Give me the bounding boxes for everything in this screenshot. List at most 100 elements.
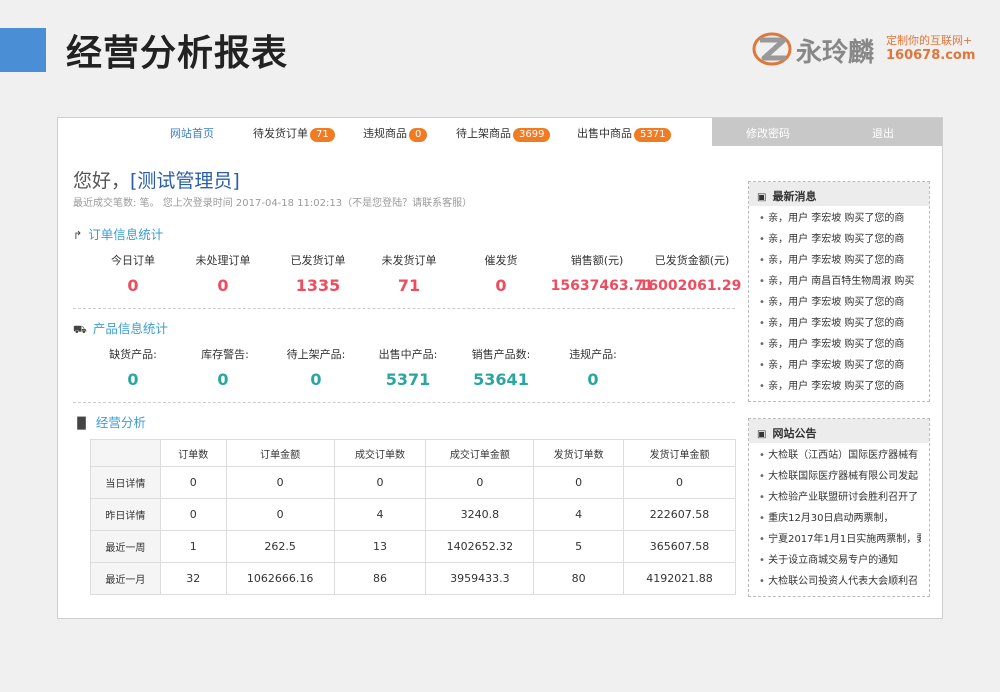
stat-label: 催发货 [484,254,518,267]
notice-item[interactable]: 大检联国际医疗器械有限公司发起 [759,466,921,487]
news-panel: ▣ 最新消息 亲，用户 李宏坡 购买了您的商 亲，用户 李宏坡 购买了您的商 亲，… [748,181,930,402]
table-row: 最近一周 1 262.5 13 1402652.32 5 365607.58 [90,530,736,563]
logo-tagline: 定制你的互联网+ [886,34,973,47]
table-cell: 4 [533,498,625,531]
notice-item[interactable]: 关于设立商城交易专户的通知 [759,550,921,571]
notice-header: ▣ 网站公告 [749,419,929,443]
table-header-row: 订单数 订单金额 成交订单数 成交订单金额 发货订单数 发货订单金额 [90,439,736,467]
row-header: 最近一月 [90,562,161,595]
stat-label: 销售产品数: [471,348,531,361]
table-cell: 0 [623,466,736,499]
count-badge: 0 [409,128,428,142]
notice-item[interactable]: 重庆12月30日启动两票制， [759,508,921,529]
nav-on-sale[interactable]: 出售中商品 5371 [577,125,672,142]
stat-label: 已发货金额(元) [654,254,730,267]
stat-value: 0 [217,276,229,295]
news-item[interactable]: 亲，用户 李宏坡 购买了您的商 [759,313,921,334]
notice-item[interactable]: 大检联公司投资人代表大会顺利召 [759,571,921,592]
table-row: 当日详情 0 0 0 0 0 0 [90,466,736,499]
orders-title-text: 订单信息统计 [88,227,164,242]
nav-label: 出售中商品 [577,127,632,140]
products-section-title: ⛟ 产品信息统计 [73,318,168,338]
table-cell: 3959433.3 [425,562,535,595]
table-header: 成交订单金额 [425,439,535,467]
row-header: 最近一周 [90,530,161,563]
news-title: 最新消息 [772,190,817,203]
stat-label: 出售中产品: [378,348,438,361]
news-item[interactable]: 亲，用户 李宏坡 购买了您的商 [759,376,921,397]
table-row: 最近一月 32 1062666.16 86 3959433.3 80 41920… [90,562,736,595]
news-item[interactable]: 亲，用户 李宏坡 购买了您的商 [759,208,921,229]
notice-item[interactable]: 大检验产业联盟研讨会胜利召开了 [759,487,921,508]
stat-label: 待上架产品: [286,348,346,361]
change-password-link[interactable]: 修改密码 [746,125,790,141]
table-header: 发货订单金额 [623,439,736,467]
news-item[interactable]: 亲，用户 李宏坡 购买了您的商 [759,355,921,376]
table-cell: 0 [333,466,427,499]
news-header: ▣ 最新消息 [749,182,929,206]
row-header: 当日详情 [90,466,161,499]
logout-link[interactable]: 退出 [872,125,894,141]
stat-value: 0 [587,370,599,389]
table-cell: 5 [533,530,625,563]
table-cell: 80 [533,562,625,595]
orders-section-title: ↱ 订单信息统计 [73,224,163,243]
table-cell: 365607.58 [623,530,736,563]
notice-item[interactable]: 宁夏2017年1月1日实施两票制，要 [759,529,921,550]
table-cell: 0 [159,466,227,499]
table-header: 成交订单数 [333,439,427,467]
last-login-info: 最近成交笔数: 笔。 您上次登录时间 2017-04-18 11:02:13（不… [73,198,473,209]
stat-label: 销售额(元) [570,254,624,267]
table-cell: 4 [333,498,427,531]
stat-label: 已发货订单 [290,254,346,267]
nav-pending-shipment[interactable]: 待发货订单 71 [253,125,335,142]
top-nav: 网站首页 待发货订单 71 违规商品 0 待上架商品 3699 出售中商品 5371 修… [58,118,942,146]
brand-logo: 永玲麟 定制你的互联网+ 160678.com [752,28,982,72]
notice-title: 网站公告 [772,427,817,440]
admin-panel: 网站首页 待发货订单 71 违规商品 0 待上架商品 3699 出售中商品 5371 修… [57,117,943,619]
row-header: 昨日详情 [90,498,161,531]
message-icon: ▣ [757,192,767,203]
nav-label: 待上架商品 [456,127,511,140]
export-icon: ↱ [73,229,83,242]
nav-label: 待发货订单 [253,127,308,140]
announcement-icon: ▣ [757,429,767,440]
table-cell: 262.5 [225,530,335,563]
logo-url: 160678.com [886,48,976,63]
stat-label: 缺货产品: [109,348,157,361]
logo-mark-icon [752,32,792,66]
notice-panel: ▣ 网站公告 大检联（江西站）国际医疗器械有 大检联国际医疗器械有限公司发起 大检… [748,418,930,597]
title-accent-bar [0,28,46,72]
stat-label: 未发货订单 [381,254,437,267]
greeting-hello: 您好， [73,170,131,192]
stat-label: 今日订单 [111,254,155,267]
nav-label: 违规商品 [363,127,407,140]
table-header: 订单数 [159,439,227,467]
notice-item[interactable]: 大检联（江西站）国际医疗器械有 [759,445,921,466]
nav-account: 修改密码 退出 [712,118,942,146]
nav-pending-listing[interactable]: 待上架商品 3699 [456,125,551,142]
count-badge: 3699 [513,128,551,142]
greeting-user: [测试管理员] [130,170,240,192]
logo-name: 永玲麟 [796,38,875,68]
news-item[interactable]: 亲，用户 李宏坡 购买了您的商 [759,229,921,250]
count-badge: 71 [310,128,335,142]
nav-home[interactable]: 网站首页 [170,125,214,141]
table-cell: 86 [333,562,427,595]
news-item[interactable]: 亲，用户 南昌百特生物周淑 购买 [759,271,921,292]
table-cell: 1402652.32 [425,530,535,563]
news-list: 亲，用户 李宏坡 购买了您的商 亲，用户 李宏坡 购买了您的商 亲，用户 李宏坡… [749,206,929,401]
news-item[interactable]: 亲，用户 李宏坡 购买了您的商 [759,250,921,271]
table-cell: 0 [533,466,625,499]
news-item[interactable]: 亲，用户 李宏坡 购买了您的商 [759,334,921,355]
stat-value: 16002061.29 [638,278,742,294]
table-cell: 32 [159,562,227,595]
table-header: 订单金额 [225,439,335,467]
analysis-section-title: ▐▌ 经营分析 [73,412,146,431]
products-title-text: 产品信息统计 [92,321,168,336]
nav-violation-products[interactable]: 违规商品 0 [363,125,428,142]
analysis-table: 订单数 订单金额 成交订单数 成交订单金额 发货订单数 发货订单金额 当日详情 … [90,439,736,595]
greeting: 您好，[测试管理员] [73,166,240,193]
news-item[interactable]: 亲，用户 李宏坡 购买了您的商 [759,292,921,313]
table-cell: 13 [333,530,427,563]
